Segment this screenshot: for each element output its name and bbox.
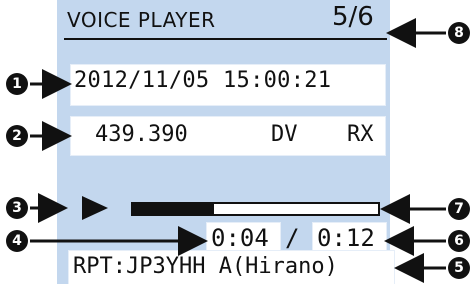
callout-7: 7 [448,198,470,220]
voice-player-illustration: VOICE PLAYER 5/6 2012/11/05 15:00:21 439… [0,0,476,284]
callout-5: 5 [448,257,470,279]
callout-1: 1 [6,73,28,95]
callout-2: 2 [6,125,28,147]
callout-arrows [30,18,446,283]
callout-6: 6 [448,230,470,252]
callout-4: 4 [6,230,28,252]
callout-8: 8 [448,22,470,44]
callout-3: 3 [6,197,28,219]
